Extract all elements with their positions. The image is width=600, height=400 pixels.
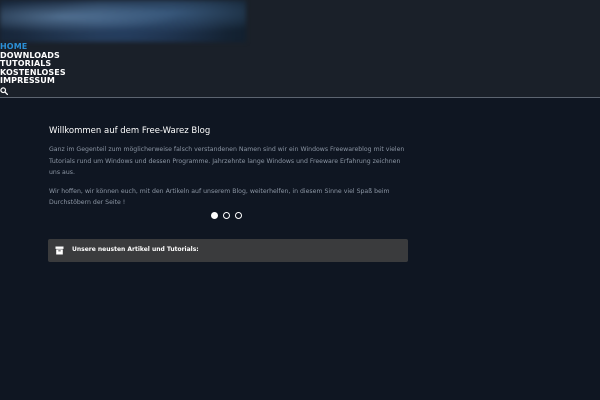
nav-item-impressum[interactable]: IMPRESSUM (0, 77, 66, 86)
site-header: HOME DOWNLOADS TUTORIALS KOSTENLOSES IMP… (0, 0, 600, 98)
welcome-title: Willkommen auf dem Free-Warez Blog (49, 126, 211, 136)
welcome-paragraph-intro: Ganz im Gegenteil zum möglicherweise fal… (49, 146, 405, 176)
slider-dot-3[interactable] (235, 212, 242, 219)
slider-dot-2[interactable] (223, 212, 230, 219)
slider-pagination (211, 212, 242, 222)
welcome-section: Willkommen auf dem Free-Warez Blog Ganz … (49, 126, 409, 209)
search-icon[interactable] (0, 87, 8, 95)
latest-articles-heading: Unsere neusten Artikel und Tutorials: (72, 246, 199, 253)
welcome-paragraph-hope: Wir hoffen, wir können euch, mit den Art… (49, 187, 390, 207)
slider-dot-1[interactable] (211, 212, 218, 219)
site-banner-image[interactable] (0, 0, 246, 42)
archive-box-icon (55, 246, 64, 255)
main-navigation: HOME DOWNLOADS TUTORIALS KOSTENLOSES IMP… (0, 42, 66, 86)
latest-articles-bar: Unsere neusten Artikel und Tutorials: (48, 239, 408, 262)
